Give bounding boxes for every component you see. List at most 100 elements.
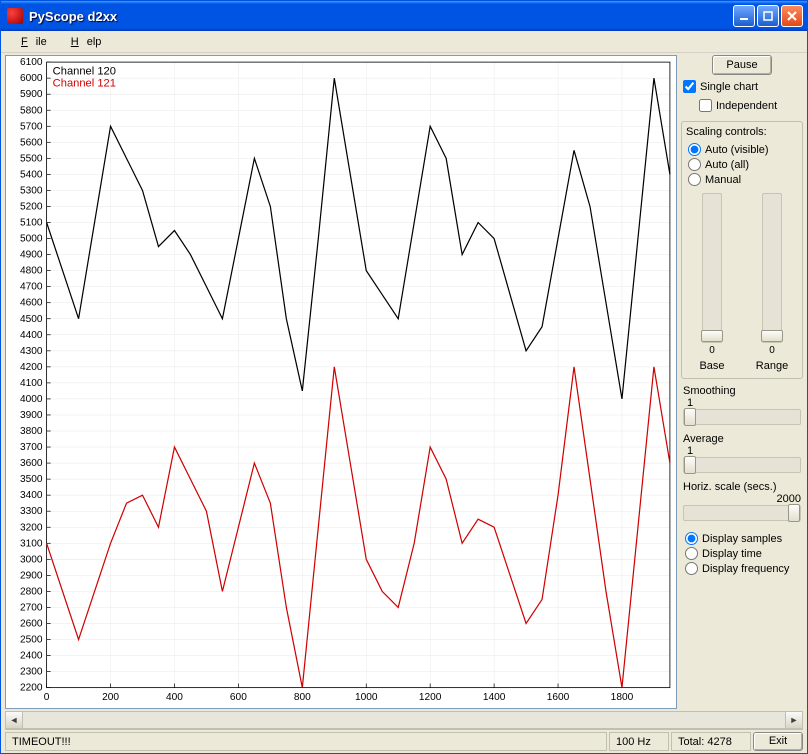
chart-canvas: 2200 2300 2400 2500 2600 2700 2800 2900 3000 3100…	[5, 55, 677, 709]
svg-text:4800: 4800	[20, 266, 43, 277]
svg-text:3800: 3800	[20, 426, 43, 437]
scaling-auto-all-label: Auto (all)	[705, 159, 749, 171]
display-samples-radio[interactable]	[685, 532, 698, 545]
svg-text:6000: 6000	[20, 73, 43, 84]
svg-text:2200: 2200	[20, 683, 43, 694]
close-button[interactable]	[781, 5, 803, 27]
display-time-label: Display time	[702, 548, 762, 560]
app-icon	[7, 8, 23, 24]
exit-button[interactable]: Exit	[753, 732, 803, 751]
scroll-right-arrow-icon[interactable]: ►	[785, 712, 802, 728]
svg-text:1800: 1800	[611, 692, 634, 703]
svg-text:2300: 2300	[20, 667, 43, 678]
horizontal-scrollbar[interactable]: ◄ ►	[5, 711, 803, 729]
display-frequency-radio[interactable]	[685, 562, 698, 575]
status-message: TIMEOUT!!!	[5, 732, 607, 751]
svg-text:6100: 6100	[20, 57, 43, 68]
scaling-title: Scaling controls:	[686, 126, 798, 138]
svg-text:3600: 3600	[20, 458, 43, 469]
controls-panel: Pause Single chart Independent Scaling c…	[681, 55, 803, 709]
statusbar: TIMEOUT!!! 100 Hz Total: 4278 Exit	[5, 729, 803, 751]
single-chart-checkbox[interactable]	[683, 80, 696, 93]
svg-text:5800: 5800	[20, 105, 43, 116]
svg-text:600: 600	[230, 692, 247, 703]
svg-text:5300: 5300	[20, 185, 43, 196]
scaling-manual-label: Manual	[705, 174, 741, 186]
status-hz: 100 Hz	[609, 732, 669, 751]
status-total: Total: 4278	[671, 732, 751, 751]
legend-entry: Channel 121	[53, 78, 116, 90]
svg-text:1000: 1000	[355, 692, 378, 703]
menu-help[interactable]: Help	[55, 34, 110, 50]
svg-text:5100: 5100	[20, 218, 43, 229]
svg-text:200: 200	[102, 692, 119, 703]
horiz-scale-slider[interactable]	[683, 505, 801, 521]
svg-text:3100: 3100	[20, 538, 43, 549]
svg-text:2600: 2600	[20, 619, 43, 630]
svg-text:2400: 2400	[20, 651, 43, 662]
svg-text:2800: 2800	[20, 586, 43, 597]
svg-text:0: 0	[44, 692, 50, 703]
svg-text:4700: 4700	[20, 282, 43, 293]
svg-text:5200: 5200	[20, 202, 43, 213]
minimize-button[interactable]	[733, 5, 755, 27]
maximize-button[interactable]	[757, 5, 779, 27]
menu-file[interactable]: File	[5, 34, 55, 50]
scaling-group: Scaling controls: Auto (visible) Auto (a…	[681, 121, 803, 379]
display-samples-label: Display samples	[702, 533, 782, 545]
svg-text:4100: 4100	[20, 378, 43, 389]
range-slider[interactable]	[762, 193, 782, 343]
svg-text:5500: 5500	[20, 153, 43, 164]
base-slider[interactable]	[702, 193, 722, 343]
base-value: 0	[709, 345, 715, 356]
window-title: PyScope d2xx	[29, 9, 733, 24]
svg-text:5400: 5400	[20, 169, 43, 180]
svg-text:3000: 3000	[20, 554, 43, 565]
svg-text:3400: 3400	[20, 490, 43, 501]
legend-entry: Channel 120	[53, 65, 116, 77]
average-label: Average	[683, 433, 801, 445]
average-slider[interactable]	[683, 457, 801, 473]
svg-text:3200: 3200	[20, 522, 43, 533]
single-chart-label: Single chart	[700, 81, 758, 93]
svg-text:5000: 5000	[20, 234, 43, 245]
svg-text:2500: 2500	[20, 635, 43, 646]
svg-text:3900: 3900	[20, 410, 43, 421]
scaling-auto-visible-radio[interactable]	[688, 143, 701, 156]
svg-text:2900: 2900	[20, 570, 43, 581]
svg-text:800: 800	[294, 692, 311, 703]
titlebar: PyScope d2xx	[1, 1, 807, 31]
range-value: 0	[769, 345, 775, 356]
smoothing-label: Smoothing	[683, 385, 801, 397]
svg-text:1600: 1600	[547, 692, 570, 703]
menubar: File Help	[1, 31, 807, 53]
svg-text:1200: 1200	[419, 692, 442, 703]
svg-text:4400: 4400	[20, 330, 43, 341]
scaling-auto-all-radio[interactable]	[688, 158, 701, 171]
svg-text:5900: 5900	[20, 89, 43, 100]
svg-text:1400: 1400	[483, 692, 506, 703]
svg-text:5600: 5600	[20, 137, 43, 148]
scroll-left-arrow-icon[interactable]: ◄	[6, 712, 23, 728]
average-value: 1	[683, 445, 801, 457]
svg-text:3700: 3700	[20, 442, 43, 453]
scaling-manual-radio[interactable]	[688, 173, 701, 186]
svg-text:2700: 2700	[20, 602, 43, 613]
svg-text:3300: 3300	[20, 506, 43, 517]
horiz-scale-value: 2000	[683, 493, 801, 505]
svg-text:400: 400	[166, 692, 183, 703]
independent-checkbox[interactable]	[699, 99, 712, 112]
svg-text:4200: 4200	[20, 362, 43, 373]
horiz-scale-label: Horiz. scale (secs.)	[683, 481, 801, 493]
pause-button[interactable]: Pause	[712, 55, 772, 75]
independent-label: Independent	[716, 100, 777, 112]
svg-text:4500: 4500	[20, 314, 43, 325]
svg-text:4300: 4300	[20, 346, 43, 357]
svg-text:3500: 3500	[20, 474, 43, 485]
base-slider-label: Base	[699, 360, 724, 372]
display-time-radio[interactable]	[685, 547, 698, 560]
smoothing-value: 1	[683, 397, 801, 409]
smoothing-slider[interactable]	[683, 409, 801, 425]
display-frequency-label: Display frequency	[702, 563, 789, 575]
scaling-auto-visible-label: Auto (visible)	[705, 144, 769, 156]
